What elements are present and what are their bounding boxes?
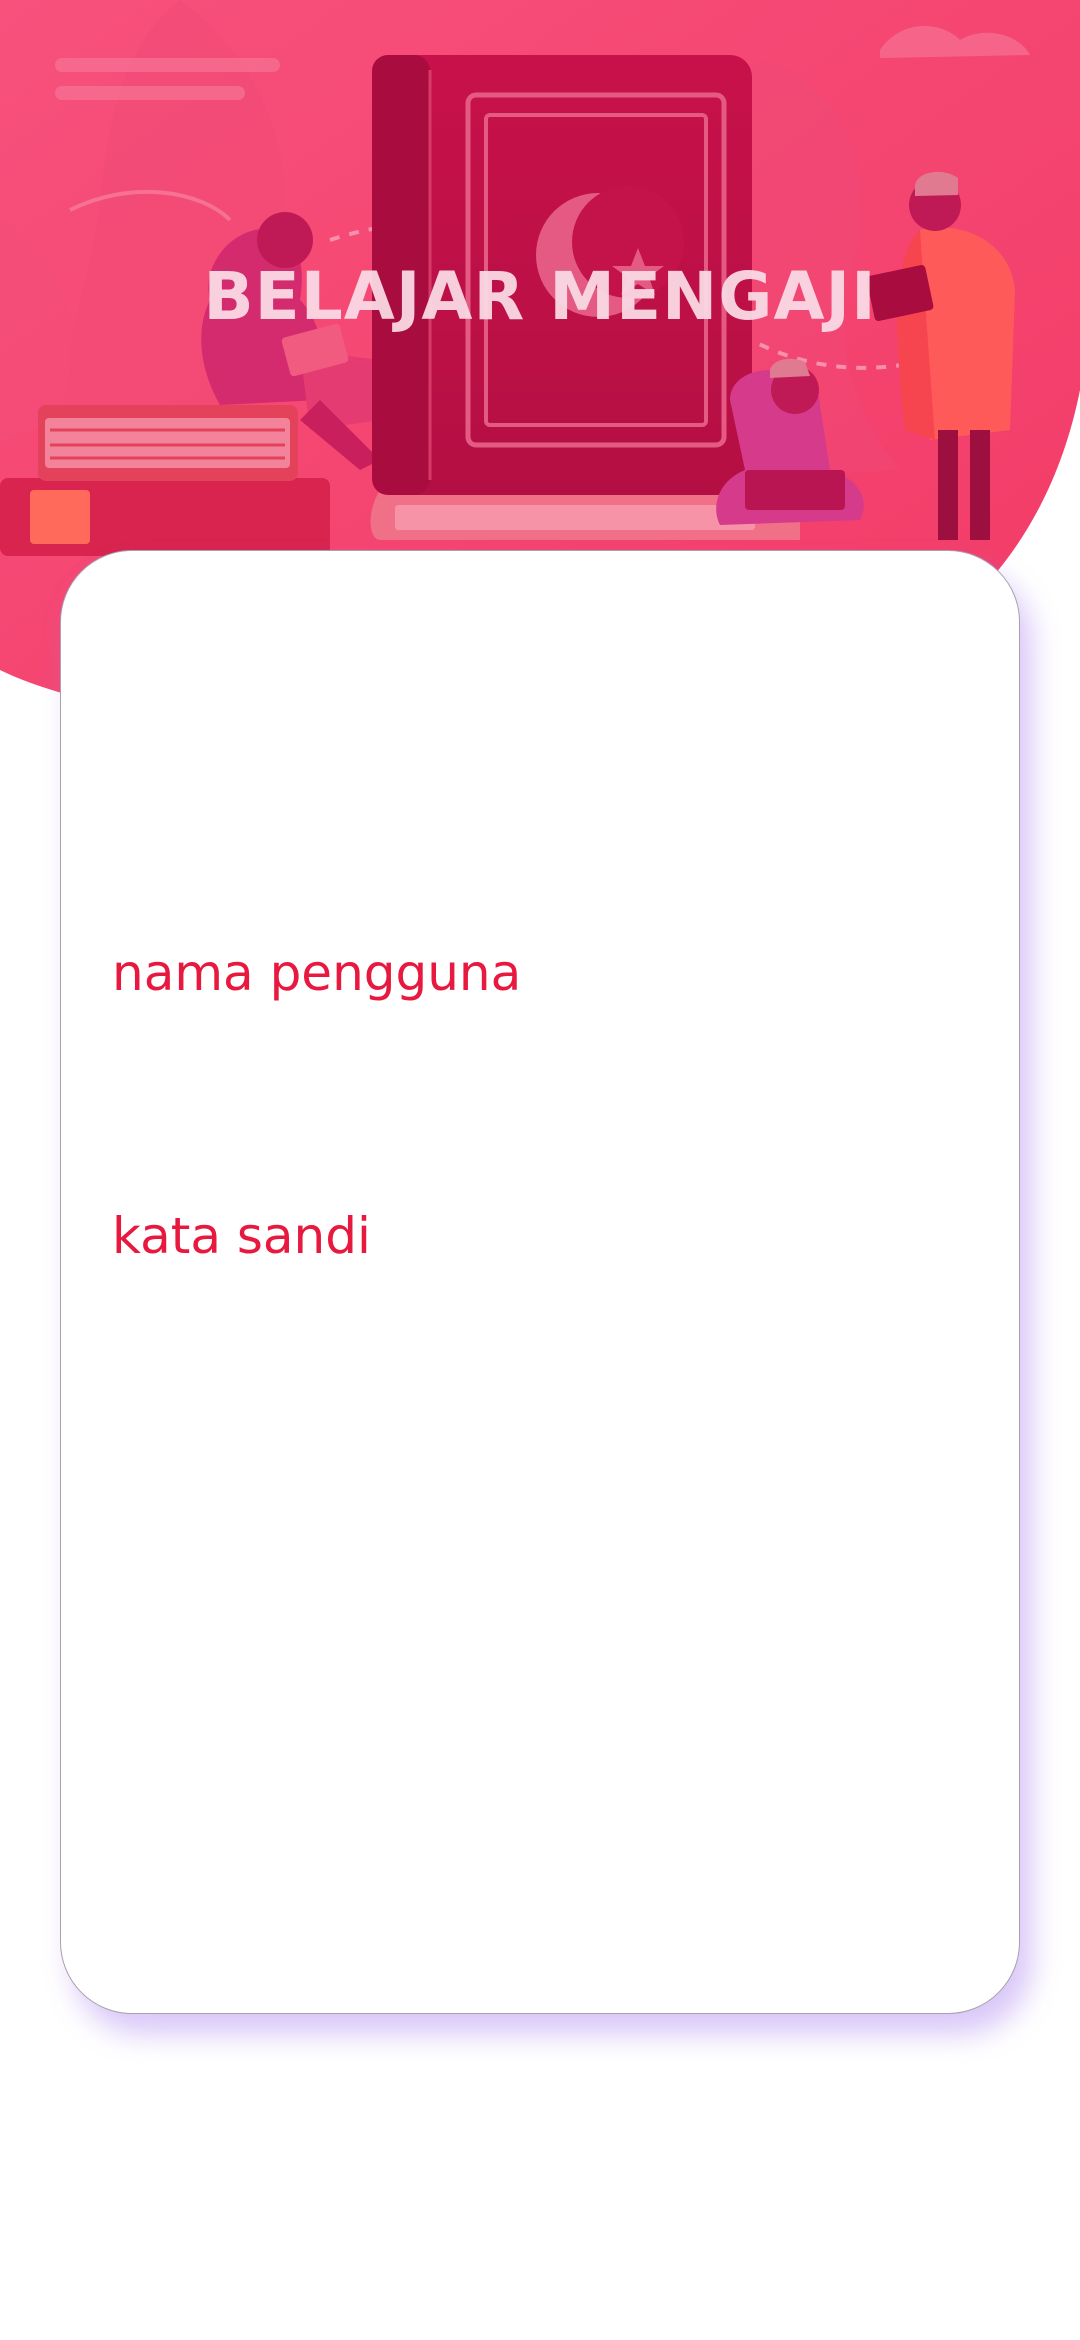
password-input[interactable] <box>112 1284 970 1380</box>
app-title: BELAJAR MENGAJI <box>203 258 877 335</box>
login-screen: BELAJAR MENGAJI nama pengguna kata sandi <box>0 0 1080 2340</box>
login-card: nama pengguna kata sandi <box>60 550 1020 2014</box>
password-label: kata sandi <box>112 1207 371 1265</box>
username-label: nama pengguna <box>112 944 522 1002</box>
username-input[interactable] <box>112 1021 970 1117</box>
